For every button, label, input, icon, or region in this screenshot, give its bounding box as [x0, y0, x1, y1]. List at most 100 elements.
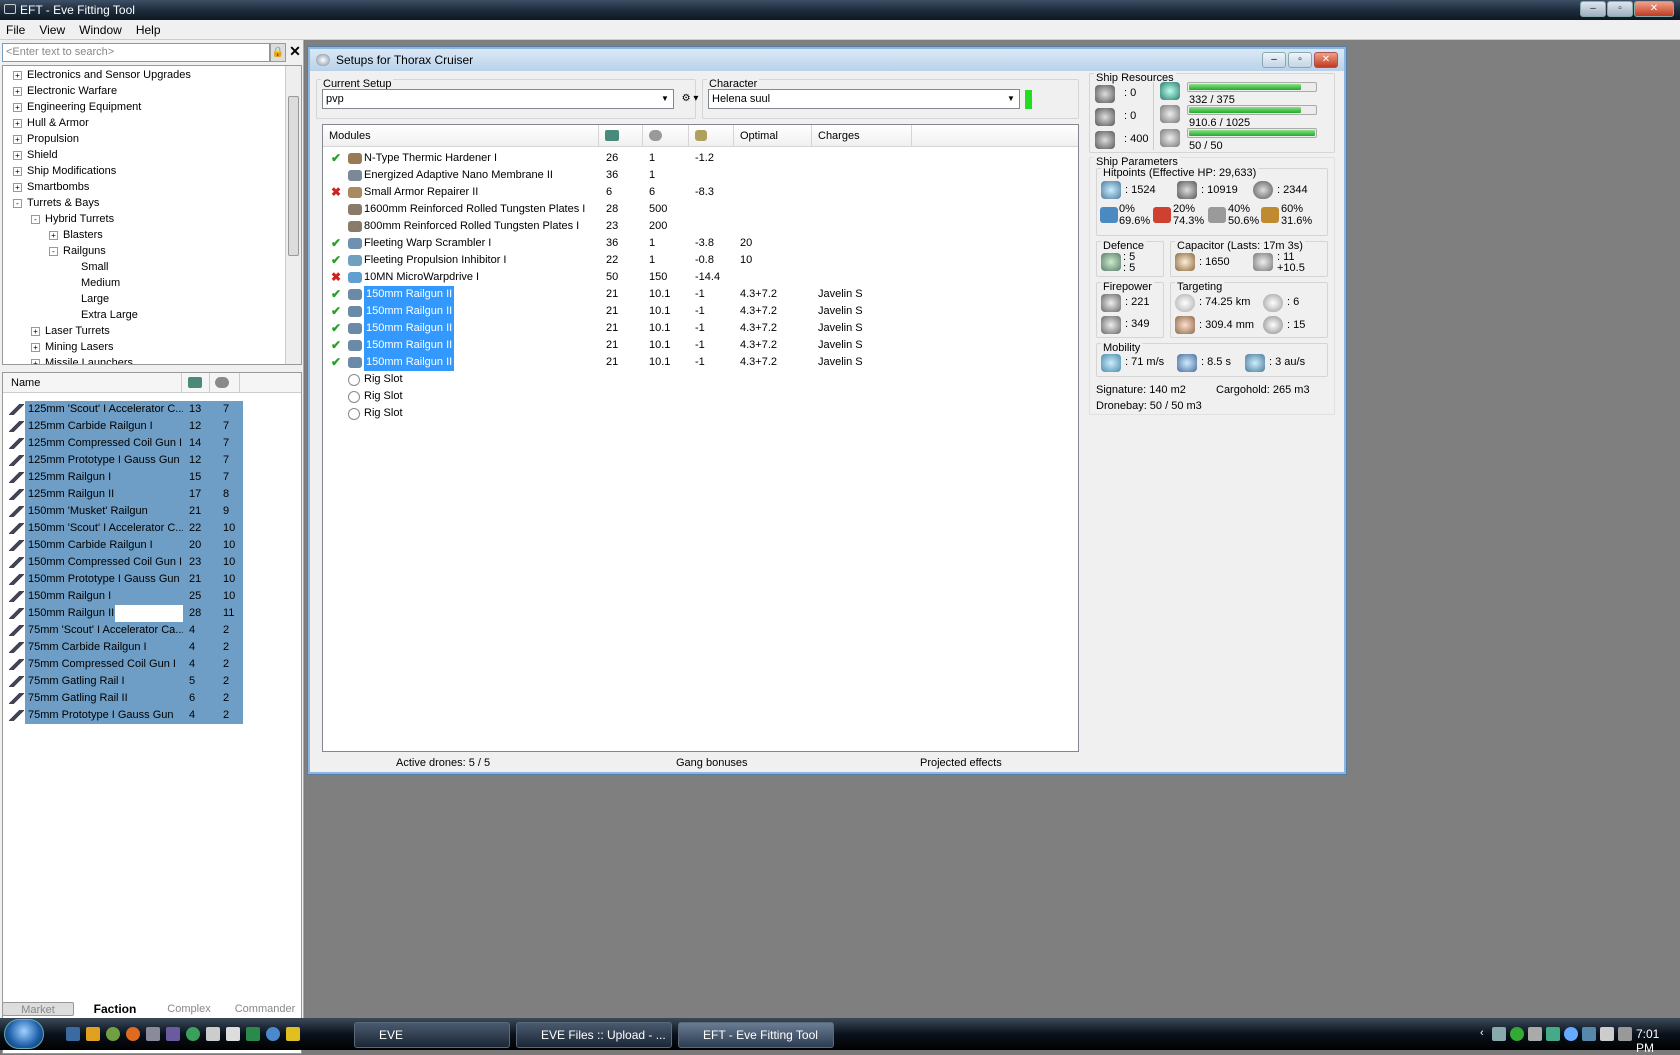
- tree-scroll-thumb[interactable]: [288, 96, 299, 256]
- character-dropdown[interactable]: Helena suul ▼: [708, 89, 1020, 109]
- app-launcher-icon[interactable]: [166, 1027, 180, 1041]
- lightning-icon[interactable]: [286, 1027, 300, 1041]
- expand-icon[interactable]: +: [31, 342, 40, 352]
- tray-icon-8[interactable]: [1618, 1027, 1632, 1041]
- tree-item[interactable]: - Hybrid Turrets: [31, 211, 114, 227]
- module-row[interactable]: 800mm Reinforced Rolled Tungsten Plates …: [323, 218, 1078, 235]
- name-column-header[interactable]: Name: [11, 373, 40, 393]
- maximize-button[interactable]: ▫: [1607, 1, 1633, 17]
- tree-item[interactable]: + Electronics and Sensor Upgrades: [13, 67, 191, 83]
- module-row[interactable]: ✖ 10MN MicroWarpdrive I 50 150 -14.4: [323, 269, 1078, 286]
- list-item[interactable]: 150mm Prototype I Gauss Gun 21 10: [3, 571, 301, 588]
- list-item[interactable]: 75mm Carbide Railgun I42: [3, 639, 301, 656]
- volume-icon[interactable]: [1600, 1027, 1614, 1041]
- close-button[interactable]: ✕: [1634, 1, 1674, 17]
- market-tree[interactable]: + Electronics and Sensor Upgrades + Electro…: [2, 65, 302, 365]
- tray-icon-1[interactable]: [1492, 1027, 1506, 1041]
- current-setup-dropdown[interactable]: pvp ▼: [322, 89, 674, 109]
- tree-item[interactable]: + Propulsion: [13, 131, 79, 147]
- list-item[interactable]: 125mm Railgun II 17 8: [3, 486, 301, 503]
- lock-icon[interactable]: 🔒: [270, 43, 286, 62]
- module-row[interactable]: Rig Slot: [323, 405, 1078, 422]
- tree-item[interactable]: + Blasters: [49, 227, 103, 243]
- module-row[interactable]: ✔ 150mm Railgun II 21 10.1 -1 4.3+7.2 Javelin …: [323, 286, 1078, 303]
- task-eve[interactable]: EVE: [354, 1022, 510, 1048]
- menu-file[interactable]: File: [6, 23, 25, 37]
- tree-item[interactable]: - Turrets & Bays: [13, 195, 99, 211]
- tree-item[interactable]: + Engineering Equipment: [13, 99, 141, 115]
- list-item[interactable]: 75mm Compressed Coil Gun I42: [3, 656, 301, 673]
- charges-column-header[interactable]: Charges: [812, 125, 912, 147]
- menu-help[interactable]: Help: [136, 23, 161, 37]
- chat-icon[interactable]: [186, 1027, 200, 1041]
- menu-view[interactable]: View: [39, 23, 65, 37]
- module-row[interactable]: ✔ Fleeting Propulsion Inhibitor I 22 1 -0.8 1…: [323, 252, 1078, 269]
- module-row[interactable]: 1600mm Reinforced Rolled Tungsten Plates…: [323, 201, 1078, 218]
- module-row[interactable]: ✔ 150mm Railgun II 21 10.1 -1 4.3+7.2 Javelin …: [323, 320, 1078, 337]
- list-item[interactable]: 75mm Gatling Rail II 6 2: [3, 690, 301, 707]
- show-desktop-icon[interactable]: [66, 1027, 80, 1041]
- tray-icon-5[interactable]: [1564, 1027, 1578, 1041]
- expand-icon[interactable]: +: [13, 70, 22, 80]
- powergrid-column-header[interactable]: [643, 125, 689, 147]
- expand-icon[interactable]: +: [49, 230, 58, 240]
- start-button[interactable]: [4, 1019, 44, 1049]
- setup-minimize-button[interactable]: –: [1262, 52, 1286, 68]
- expand-icon[interactable]: +: [13, 118, 22, 128]
- expand-icon[interactable]: +: [13, 166, 22, 176]
- expand-icon[interactable]: +: [13, 134, 22, 144]
- expand-icon[interactable]: +: [31, 326, 40, 336]
- tree-item[interactable]: - Railguns: [49, 243, 106, 259]
- tree-item[interactable]: + Smartbombs: [13, 179, 89, 195]
- module-row[interactable]: ✔ 150mm Railgun II 21 10.1 -1 4.3+7.2 Javelin …: [323, 303, 1078, 320]
- list-item[interactable]: 150mm Compressed Coil Gun I 23 10: [3, 554, 301, 571]
- collapse-icon[interactable]: -: [31, 214, 40, 224]
- list-item[interactable]: 125mm 'Scout' I Accelerator C... 13 7: [3, 401, 301, 418]
- spreadsheet-icon[interactable]: [246, 1027, 260, 1041]
- minimize-button[interactable]: –: [1580, 1, 1606, 17]
- tree-item[interactable]: + Shield: [13, 147, 58, 163]
- tray-icon-4[interactable]: [1546, 1027, 1560, 1041]
- powergrid-icon[interactable]: [215, 377, 229, 388]
- cpu-icon[interactable]: [188, 377, 202, 388]
- capacitor-column-header[interactable]: [689, 125, 734, 147]
- menu-window[interactable]: Window: [79, 23, 122, 37]
- list-item[interactable]: 125mm Compressed Coil Gun I 14 7: [3, 435, 301, 452]
- expand-icon[interactable]: +: [13, 86, 22, 96]
- tree-item[interactable]: Large: [67, 291, 109, 307]
- media-player-icon[interactable]: [86, 1027, 100, 1041]
- task-eve-files[interactable]: EVE Files :: Upload - ...: [516, 1022, 672, 1048]
- tree-item[interactable]: + Mining Lasers: [31, 339, 113, 355]
- firefox-icon[interactable]: [126, 1027, 140, 1041]
- tree-item[interactable]: + Laser Turrets: [31, 323, 110, 339]
- tray-icon-2[interactable]: [1510, 1027, 1524, 1041]
- tree-item[interactable]: + Ship Modifications: [13, 163, 116, 179]
- module-row[interactable]: Rig Slot: [323, 388, 1078, 405]
- tree-item[interactable]: + Hull & Armor: [13, 115, 89, 131]
- setup-close-button[interactable]: ✕: [1314, 52, 1338, 68]
- list-item[interactable]: 75mm Gatling Rail I52: [3, 673, 301, 690]
- browser-icon[interactable]: [266, 1027, 280, 1041]
- network-icon[interactable]: [1582, 1027, 1596, 1041]
- module-row[interactable]: Energized Adaptive Nano Membrane II 36 1: [323, 167, 1078, 184]
- modules-column-header[interactable]: Modules: [323, 125, 599, 147]
- list-item[interactable]: 125mm Carbide Railgun I 12 7: [3, 418, 301, 435]
- module-row[interactable]: ✔ N-Type Thermic Hardener I 26 1 -1.2: [323, 150, 1078, 167]
- list-item[interactable]: 150mm 'Scout' I Accelerator C... 22 10: [3, 520, 301, 537]
- gang-bonuses[interactable]: Gang bonuses: [676, 757, 748, 769]
- list-item[interactable]: 125mm Railgun I 15 7: [3, 469, 301, 486]
- tree-item[interactable]: + Electronic Warfare: [13, 83, 117, 99]
- tray-icon-3[interactable]: [1528, 1027, 1542, 1041]
- list-item[interactable]: 150mm 'Musket' Railgun 21 9: [3, 503, 301, 520]
- tree-item[interactable]: Small: [67, 259, 109, 275]
- module-row[interactable]: Rig Slot: [323, 371, 1078, 388]
- setup-maximize-button[interactable]: ▫: [1288, 52, 1312, 68]
- list-icon[interactable]: [206, 1027, 220, 1041]
- collapse-icon[interactable]: -: [49, 246, 58, 256]
- modules-list[interactable]: Modules Optimal Charges ✔ N-Type Thermic …: [322, 124, 1079, 752]
- module-row[interactable]: ✔ Fleeting Warp Scrambler I 36 1 -3.8 20: [323, 235, 1078, 252]
- list-item[interactable]: 150mm Carbide Railgun I 20 10: [3, 537, 301, 554]
- list-item[interactable]: 75mm 'Scout' I Accelerator Ca... 4 2: [3, 622, 301, 639]
- projected-effects[interactable]: Projected effects: [920, 757, 1002, 769]
- mail-icon[interactable]: [226, 1027, 240, 1041]
